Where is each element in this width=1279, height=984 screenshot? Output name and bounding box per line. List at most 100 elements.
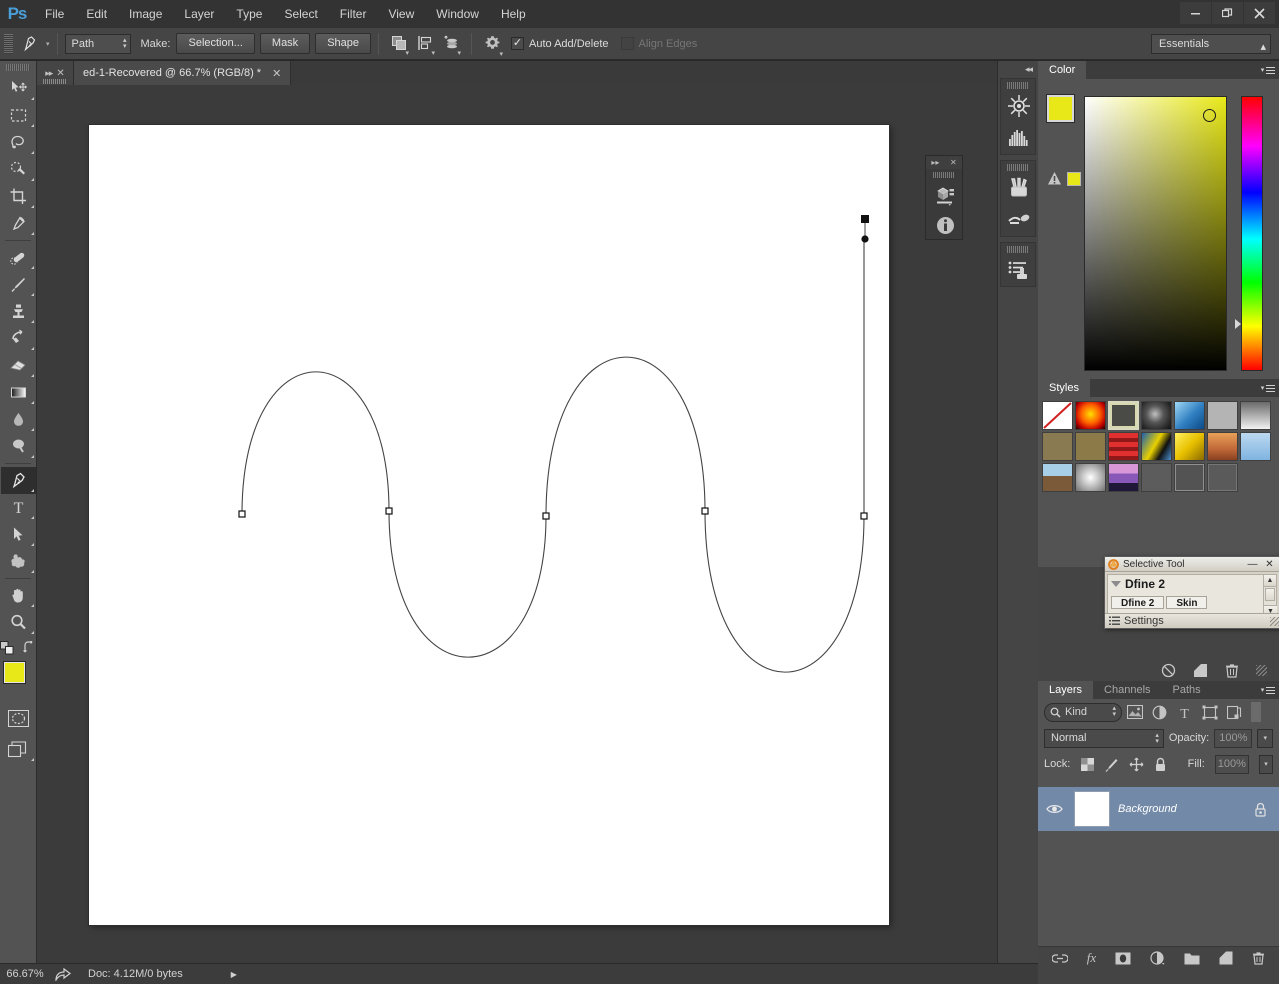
collapse-triangle-icon[interactable]: [1111, 581, 1121, 587]
tab-paths[interactable]: Paths: [1161, 681, 1212, 699]
menu-edit[interactable]: Edit: [75, 0, 118, 28]
styles-panel-menu-icon[interactable]: ▾: [1257, 379, 1279, 397]
blur-tool[interactable]: [1, 406, 36, 433]
foreground-color-swatch[interactable]: [2, 661, 26, 684]
scroll-thumb[interactable]: [1265, 588, 1275, 601]
new-group-icon[interactable]: [1184, 952, 1200, 965]
minimize-button[interactable]: [1180, 2, 1211, 24]
tool-preset-chevron-icon[interactable]: ▾: [46, 40, 50, 48]
move-tool[interactable]: [1, 75, 36, 102]
delete-icon[interactable]: [1225, 663, 1239, 678]
pen-tool[interactable]: [0, 467, 36, 494]
filter-toggle-icon[interactable]: [1251, 702, 1261, 722]
plugin-tab-skin[interactable]: Skin: [1166, 596, 1208, 609]
histogram-icon[interactable]: [1001, 122, 1036, 154]
layer-style-fx-icon[interactable]: fx: [1087, 950, 1096, 966]
tabbar-controls[interactable]: ▸▸ ✕: [37, 61, 74, 85]
gamut-substitute-swatch[interactable]: [1067, 171, 1081, 186]
path-operations-icon[interactable]: ▾: [386, 32, 412, 57]
menu-view[interactable]: View: [377, 0, 425, 28]
filter-adjustment-icon[interactable]: [1147, 702, 1172, 722]
style-swatch[interactable]: [1141, 463, 1172, 492]
auto-add-delete-checkbox[interactable]: ✓ Auto Add/Delete: [511, 37, 621, 50]
actions-icon[interactable]: [1001, 254, 1036, 286]
custom-shape-tool[interactable]: [1, 548, 36, 575]
layer-thumbnail[interactable]: [1074, 791, 1110, 827]
expand-icon[interactable]: ▸▸: [931, 158, 939, 167]
quick-selection-tool[interactable]: [1, 156, 36, 183]
settings-label[interactable]: Settings: [1124, 615, 1164, 627]
brush-tool[interactable]: [1, 271, 36, 298]
path-selection-tool[interactable]: [1, 521, 36, 548]
menu-help[interactable]: Help: [490, 0, 537, 28]
style-swatch[interactable]: [1075, 432, 1106, 461]
selective-tool-window[interactable]: Selective Tool — ✕ Dfine 2 Dfine 2 Skin …: [1104, 556, 1279, 629]
new-layer-icon[interactable]: [1219, 951, 1233, 965]
clone-source-icon[interactable]: [1001, 204, 1036, 236]
menu-type[interactable]: Type: [225, 0, 273, 28]
workspace-select[interactable]: Essentials ▴▾: [1151, 33, 1271, 71]
opacity-value[interactable]: 100%: [1214, 728, 1253, 748]
style-swatch[interactable]: [1174, 401, 1205, 430]
navigator-icon[interactable]: [1001, 90, 1036, 122]
dock-group-grip[interactable]: [1007, 82, 1029, 89]
options-bar-grip[interactable]: [4, 33, 13, 54]
bezier-path-overlay[interactable]: [89, 125, 889, 925]
dock-group-grip[interactable]: [1007, 246, 1029, 253]
align-edges-checkbox[interactable]: Align Edges: [620, 37, 710, 50]
document-tab-close-icon[interactable]: ✕: [272, 67, 281, 80]
filter-pixel-icon[interactable]: [1122, 702, 1147, 722]
selective-tool-minimize[interactable]: —: [1246, 559, 1259, 570]
tab-styles[interactable]: Styles: [1038, 379, 1090, 397]
selective-tool-close[interactable]: ✕: [1263, 559, 1276, 570]
expand-arrows-icon[interactable]: ▸▸: [45, 68, 53, 79]
style-swatch[interactable]: [1042, 432, 1073, 461]
crop-tool[interactable]: [1, 183, 36, 210]
info-panel-icon[interactable]: [926, 210, 964, 240]
adjustment-layer-icon[interactable]: [1150, 951, 1165, 965]
status-expand-icon[interactable]: ▶: [231, 970, 237, 979]
tabbar-grip[interactable]: [43, 79, 67, 84]
plugin-tab-dfine[interactable]: Dfine 2: [1111, 596, 1165, 609]
default-colors-icon[interactable]: [0, 641, 15, 656]
resize-grip[interactable]: [1270, 617, 1279, 626]
spot-healing-brush-tool[interactable]: [1, 244, 36, 271]
gradient-tool[interactable]: [1, 379, 36, 406]
hue-slider-marker[interactable]: [1235, 319, 1241, 329]
style-swatch[interactable]: [1174, 432, 1205, 461]
layer-name[interactable]: Background: [1118, 803, 1246, 815]
make-selection-button[interactable]: Selection...: [176, 33, 255, 54]
menu-filter[interactable]: Filter: [329, 0, 378, 28]
floating-mini-panel[interactable]: ▸▸ ✕: [925, 155, 963, 240]
color-panel-menu-icon[interactable]: ▾: [1257, 61, 1279, 79]
close-icon[interactable]: ✕: [56, 68, 64, 79]
color-field[interactable]: [1084, 96, 1227, 371]
lasso-tool[interactable]: [1, 129, 36, 156]
eraser-tool[interactable]: [1, 352, 36, 379]
blend-mode-select[interactable]: Normal ▴ ▾: [1044, 728, 1164, 748]
zoom-tool[interactable]: [1, 609, 36, 636]
style-swatch[interactable]: [1240, 401, 1271, 430]
filter-shape-icon[interactable]: [1197, 702, 1222, 722]
selective-tool-scrollbar[interactable]: ▲ ▼: [1263, 575, 1277, 617]
disable-filter-icon[interactable]: [1161, 663, 1176, 678]
lock-image-icon[interactable]: [1104, 755, 1119, 773]
swap-colors-icon[interactable]: [22, 641, 36, 656]
rectangular-marquee-tool[interactable]: [1, 102, 36, 129]
close-button[interactable]: [1244, 2, 1275, 24]
path-mode-select[interactable]: Path ▴ ▾: [64, 33, 131, 54]
pen-tool-icon[interactable]: [16, 32, 44, 56]
scroll-up-icon[interactable]: ▲: [1264, 575, 1276, 587]
lock-all-icon[interactable]: [1154, 755, 1168, 773]
menu-image[interactable]: Image: [118, 0, 173, 28]
quick-mask-icon[interactable]: [1, 705, 36, 732]
new-from-layer-icon[interactable]: [1193, 663, 1208, 678]
path-arrangement-icon[interactable]: ▾: [438, 32, 464, 57]
lock-position-icon[interactable]: [1129, 755, 1144, 773]
panel-resize-grip[interactable]: [1256, 664, 1267, 676]
toolbar-grip[interactable]: [6, 64, 30, 71]
style-swatch[interactable]: [1075, 463, 1106, 492]
screen-mode-icon[interactable]: [1, 736, 36, 763]
selective-tool-titlebar[interactable]: Selective Tool — ✕: [1105, 557, 1279, 572]
style-swatch[interactable]: [1207, 401, 1238, 430]
